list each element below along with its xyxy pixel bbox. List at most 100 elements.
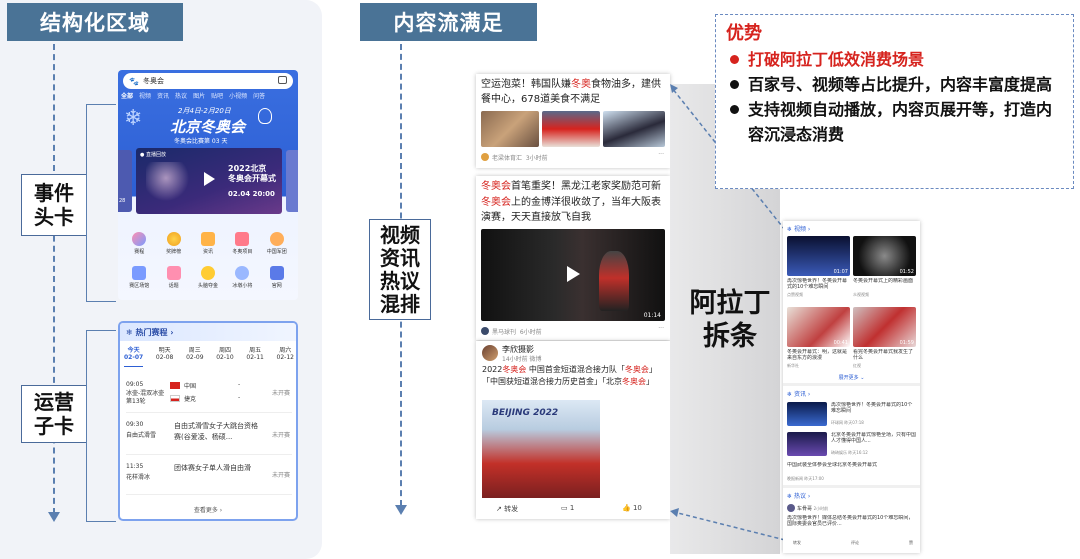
food-photo[interactable] [481,111,539,147]
advantage-item: 打破阿拉丁低效消费场景 [726,47,1063,72]
tab-bar: 全部 视频 资讯 热议 图片 贴吧 小视频 问答 [121,91,297,101]
czech-flag-icon [170,395,180,402]
like-button[interactable]: 👍 10 [622,504,642,512]
side-video-peek-right[interactable] [286,150,298,212]
news-title[interactable]: 再次惊艳世界！冬奥会开幕式的10个难忘瞬间 [831,402,917,414]
author-avatar[interactable] [482,345,498,361]
share-button[interactable]: 转发 [793,540,801,546]
celebration-photo[interactable]: BEIJING 2022 [482,400,600,498]
side-video-peek[interactable]: 28 [118,150,132,212]
schedule-title: 热门赛程 [135,328,168,337]
news-title[interactable]: 北京冬奥会开幕式惊艳全场，只有中国人才懂得中国人... [831,432,917,444]
video-title[interactable]: 冬奥会开幕式：明，这就是来自东方的浪漫 [787,349,850,361]
banner-title: 北京冬奥会 [170,118,246,136]
schedule-icon [132,232,147,246]
grid-item-team[interactable]: 中国军团 [260,232,294,262]
grid-item-news[interactable]: 资讯 [191,232,225,262]
tab-qa[interactable]: 问答 [253,91,265,101]
grid-item-official[interactable]: 官网 [260,266,294,296]
day-tab-wed[interactable]: 周三 02-09 [186,345,203,367]
share-button[interactable]: ↗ 转发 [496,504,518,514]
event-bracket [86,104,116,302]
day-tab-tomorrow[interactable]: 明天 02-08 [156,345,173,367]
play-icon[interactable] [204,172,215,186]
ops-bracket [86,330,116,522]
snowflake-icon: ❄ [787,391,793,398]
grid-item-events[interactable]: 冬奥项目 [225,232,259,262]
like-button[interactable]: 赞 [909,540,913,546]
video-title[interactable]: 冬奥会开幕式上的精彩画面 [853,278,916,290]
see-more-link[interactable]: 查看更多 › [120,505,296,514]
camera-icon[interactable] [278,76,287,84]
left-flow-arrow-icon [48,512,60,522]
tab-news[interactable]: 资讯 [157,91,169,101]
hot-section-header[interactable]: ❄ 热议 › [787,491,810,500]
day-tab-fri[interactable]: 周五 02-11 [246,345,263,367]
video-tile[interactable]: 01:59 [853,307,916,347]
photo-watermark: BEIJING 2022 [492,408,559,418]
news-section-header[interactable]: ❄ 资讯 › [787,389,810,398]
comment-button[interactable]: 评论 [851,540,859,546]
news-thumb[interactable] [787,432,827,456]
feed-card-2[interactable]: 冬奥会首笔重奖！黑龙江老家奖励范可新 冬奥会上的金博洋很收敛了，当年大阪表演赛，… [476,176,670,340]
grid-item-topics[interactable]: 话题 [156,266,190,296]
grid-item-venues[interactable]: 赛区场馆 [122,266,156,296]
hot-user[interactable]: 车骨哥 2小时前 [797,505,828,512]
hot-text[interactable]: 再次惊艳世界！媒体总结冬奥会开幕式的10个难忘瞬间，国际奥委会官员已评价... [787,515,915,533]
feed-title-2[interactable]: 冬奥会上的金博洋很收敛了，当年大阪表演赛，天天直接放飞自我 [481,195,667,225]
source-avatar [481,327,489,335]
schedule-row[interactable]: 09:30 自由式滑雪 自由式滑雪女子大跳台资格赛(谷爱凌、杨硕... 未开赛 [126,419,292,455]
comment-button[interactable]: ▭ 1 [561,504,574,512]
news-thumb[interactable] [787,402,827,426]
feed-title[interactable]: 冬奥会首笔重奖！黑龙江老家奖励范可新 [481,179,667,194]
play-icon[interactable] [567,266,580,282]
flag-team-photo[interactable] [542,111,600,147]
grid-item-quiz[interactable]: 头脑夺金 [191,266,225,296]
feed-title[interactable]: 空运泡菜！韩国队嫌冬奥食物油多，建供餐中心，678道美食不满足 [481,77,666,107]
skater-video[interactable]: 01:14 [481,229,665,321]
left-flow-line [53,44,55,514]
day-tabs: 今天 02-07 明天 02-08 周三 02-09 周四 02-10 周五 02-11 … [124,345,294,367]
day-tab-sat[interactable]: 周六 02-12 [277,345,294,367]
video-title[interactable]: 看完冬奥会开幕式我发生了什么 [853,349,916,361]
skating-photo[interactable] [603,111,665,147]
grid-item-schedule[interactable]: 赛程 [122,232,156,262]
news-title[interactable]: 中国武装全体参会全球北京冬奥会开幕式 [787,462,915,474]
skier-icon [235,232,250,246]
grid-item-medals[interactable]: 奖牌榜 [156,232,190,262]
schedule-card[interactable]: ❄ 热门赛程 › 今天 02-07 明天 02-08 周三 02-09 周四 02-10… [118,321,298,521]
structured-region-header: 结构化区域 [7,3,183,41]
live-replay-video[interactable]: ● 直播回放 2022北京 冬奥会开幕式 02.04 20:00 [136,148,282,214]
event-header-card[interactable]: 🐾 冬奥会 全部 视频 资讯 热议 图片 贴吧 小视频 问答 2月4日-2月20… [118,70,298,300]
expand-more-link[interactable]: 展开更多 ⌄ [783,374,920,381]
team-icon [269,232,284,246]
tab-shortvideo[interactable]: 小视频 [229,91,247,101]
day-tab-today[interactable]: 今天 02-07 [124,345,144,367]
search-input[interactable]: 冬奥会 [143,76,164,86]
feed-card-1[interactable]: 空运泡菜！韩国队嫌冬奥食物油多，建供餐中心，678道美食不满足 老梁体育汇 3小… [476,74,670,168]
aladdin-result-card[interactable]: ❄ 视频 › 01:07 01:52 再次惊艳世界！冬奥会开幕式的10个难忘瞬间… [783,221,920,553]
tab-hot[interactable]: 热议 [175,91,187,101]
search-bar[interactable]: 🐾 冬奥会 [123,73,293,89]
video-tile[interactable]: 01:07 [787,236,850,276]
feed-card-3[interactable]: 李欣摄影 14小时前 微博 2022冬奥会 中国首金短道混合接力队「冬奥会」「中… [476,341,670,519]
tab-images[interactable]: 图片 [193,91,205,101]
video-title[interactable]: 再次惊艳世界！冬奥会开幕式的10个难忘瞬间 [787,278,850,290]
video-tile[interactable]: 01:52 [853,236,916,276]
news-icon [200,232,215,246]
tab-video[interactable]: 视频 [139,91,151,101]
post-text[interactable]: 2022冬奥会 中国首金短道混合接力队「冬奥会」「中国获短道混合接力历史首金」「… [482,364,664,388]
replay-tag: ● 直播回放 [140,152,166,158]
video-tile[interactable]: 00:41 [787,307,850,347]
news-source: 环球网 昨天07:18 [831,420,864,425]
grid-item-mascot[interactable]: 冰墩小将 [225,266,259,296]
snowflake-icon: ❄ [126,328,133,337]
schedule-row[interactable]: 09:05 冰壶-混双冰壶第13轮 中国 捷克 - - 未开赛 [126,379,292,413]
tab-all[interactable]: 全部 [121,91,133,101]
tab-tieba[interactable]: 贴吧 [211,91,223,101]
schedule-header[interactable]: ❄ 热门赛程 › [120,323,296,341]
medal-icon [166,232,181,246]
video-section-header[interactable]: ❄ 视频 › [787,224,810,233]
schedule-row[interactable]: 11:35 花样滑冰 团体赛女子单人滑自由滑 未开赛 [126,461,292,495]
day-tab-thu[interactable]: 周四 02-10 [216,345,233,367]
